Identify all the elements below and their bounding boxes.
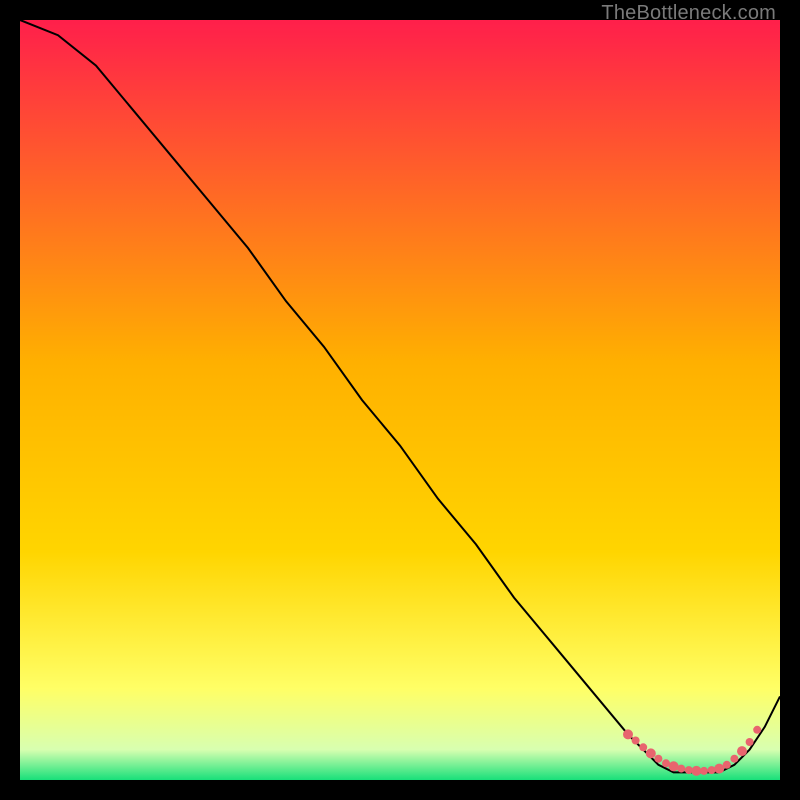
highlight-dot — [639, 743, 647, 751]
highlight-dot — [700, 767, 708, 775]
gradient-background — [20, 20, 780, 780]
highlight-dot — [654, 755, 662, 763]
highlight-dot — [646, 748, 656, 758]
highlight-dot — [632, 737, 640, 745]
highlight-dot — [723, 761, 731, 769]
highlight-dot — [691, 766, 701, 776]
chart-frame — [20, 20, 780, 780]
highlight-dot — [746, 738, 754, 746]
highlight-dot — [753, 726, 761, 734]
highlight-dot — [623, 729, 633, 739]
highlight-dot — [669, 761, 679, 771]
highlight-dot — [714, 764, 724, 774]
highlight-dot — [677, 765, 685, 773]
highlight-dot — [730, 755, 738, 763]
bottleneck-chart — [20, 20, 780, 780]
highlight-dot — [737, 746, 747, 756]
